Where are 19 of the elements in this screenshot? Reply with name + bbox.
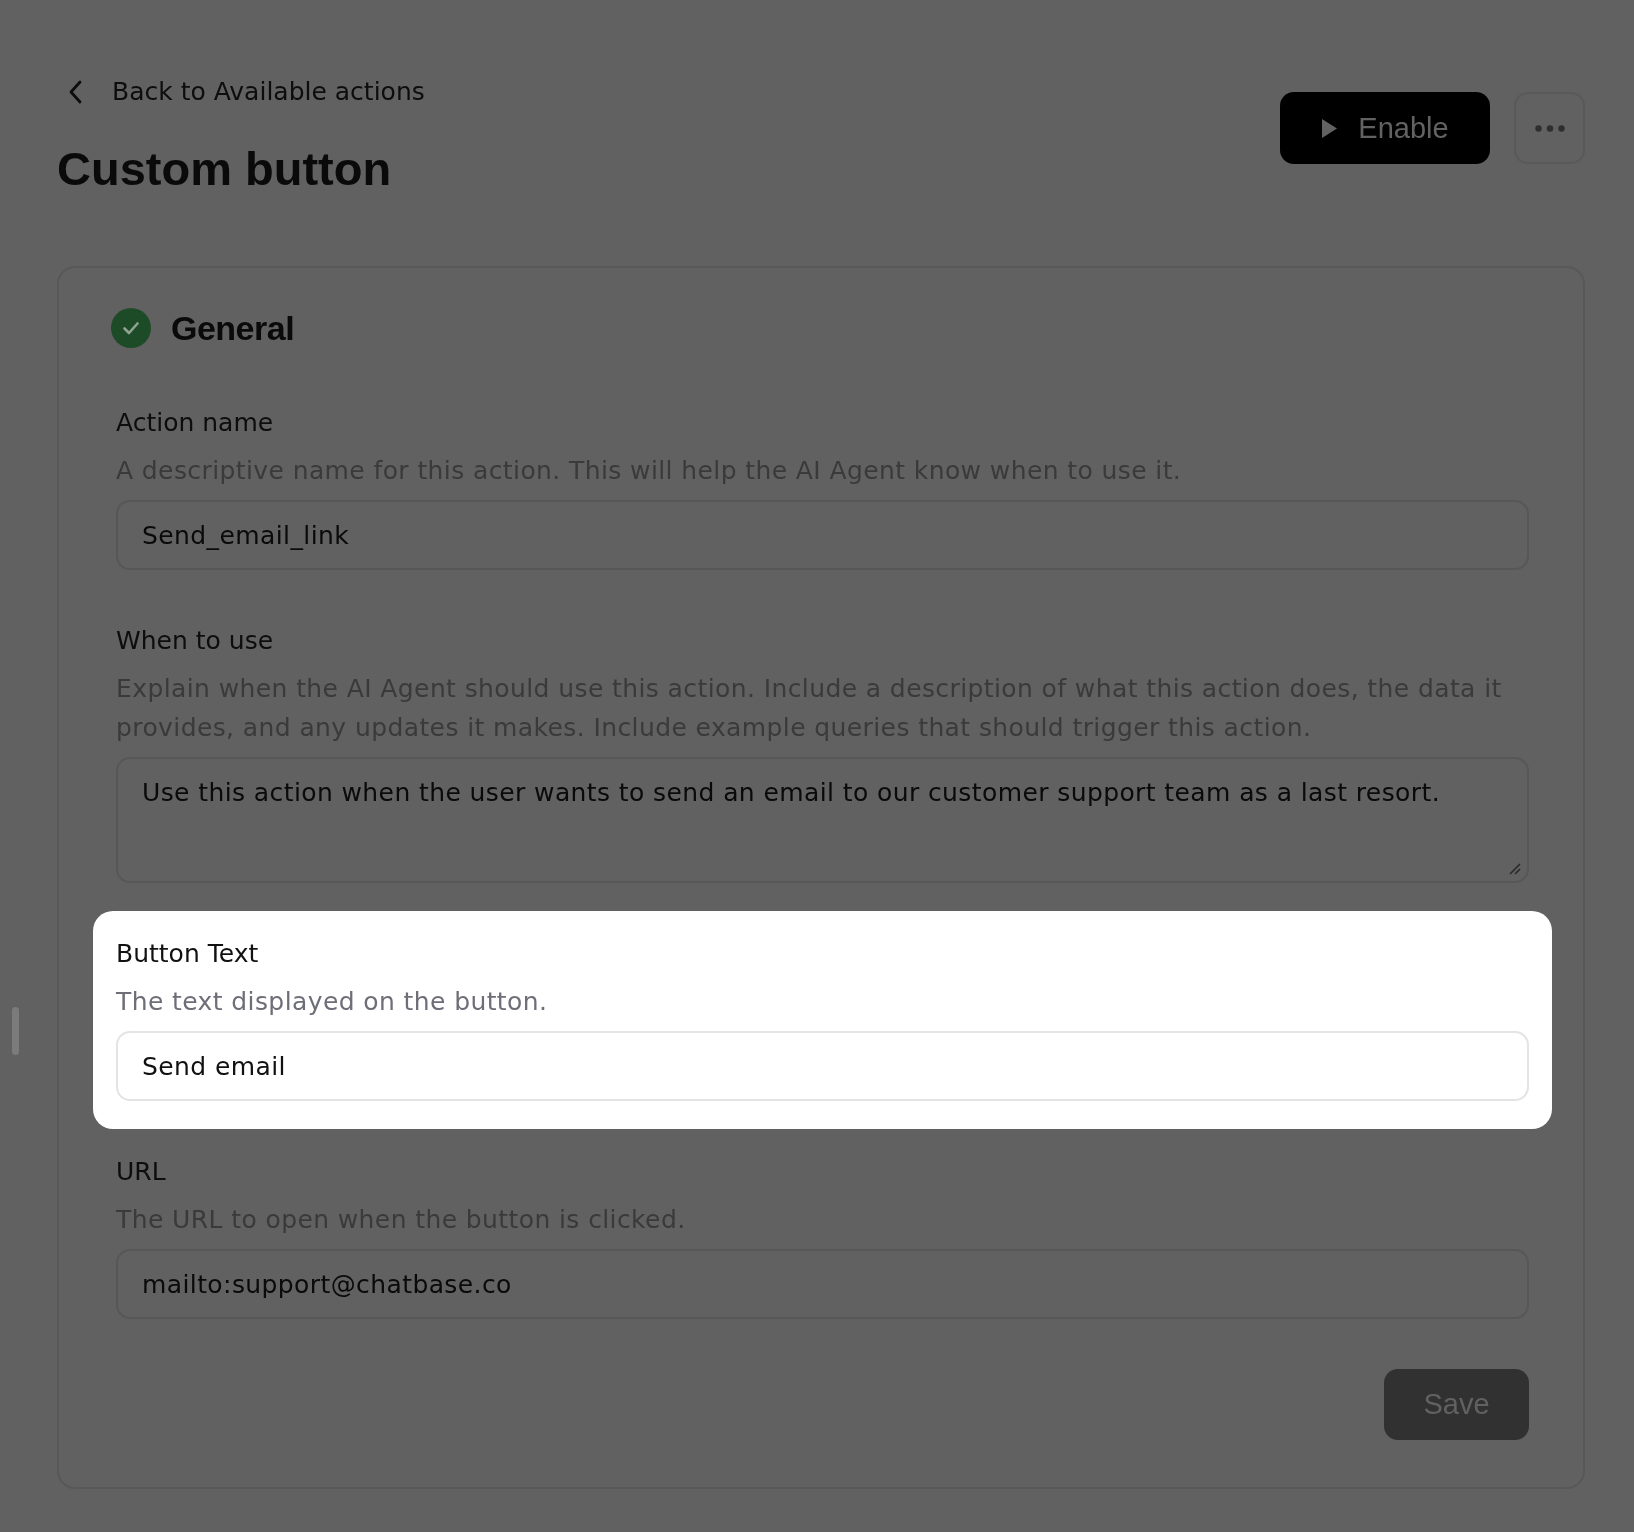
field-label: Button Text xyxy=(116,938,260,970)
ellipsis-icon xyxy=(1534,124,1565,132)
page-title: Custom button xyxy=(57,141,393,197)
field-label: URL xyxy=(116,1156,167,1188)
more-button[interactable] xyxy=(1514,92,1585,164)
resize-grip-icon[interactable] xyxy=(1509,863,1521,875)
drag-handle[interactable] xyxy=(12,1007,19,1055)
field-label: When to use xyxy=(116,625,275,657)
text-area-field[interactable]: Use this action when the user wants to send an email to our customer support team as a last resort. xyxy=(116,757,1529,883)
back-link[interactable]: Back to Available actions xyxy=(67,76,425,108)
text-field[interactable]: Send email xyxy=(116,1031,1529,1101)
section-title: General xyxy=(171,308,295,348)
text-field[interactable]: Send_email_link xyxy=(116,500,1529,570)
text-area-value: Use this action when the user wants to send an email to our customer support team as a last resort. xyxy=(142,777,1441,809)
text-field[interactable]: mailto:support@chatbase.co xyxy=(116,1249,1529,1319)
play-icon xyxy=(1321,117,1339,139)
field-description: The text displayed on the button. xyxy=(116,986,549,1018)
field-label: Action name xyxy=(116,407,275,439)
enable-button[interactable]: Enable xyxy=(1280,92,1490,164)
